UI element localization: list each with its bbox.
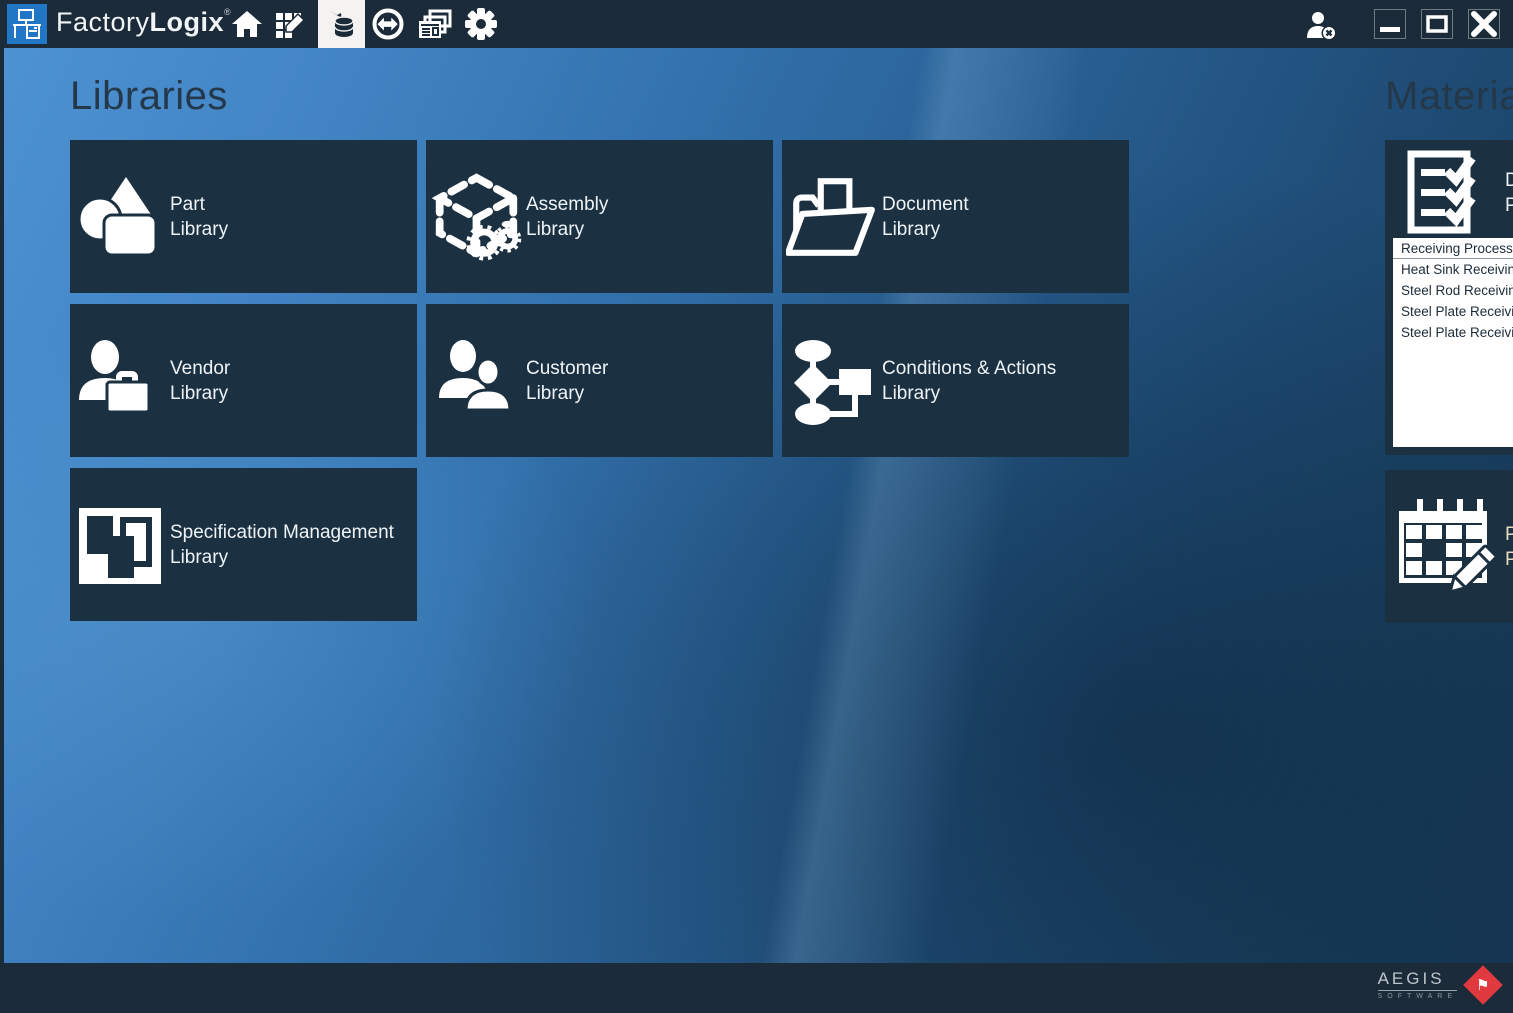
tile-label-line2: Library	[170, 381, 230, 406]
wallpaper: Libraries Part Library	[4, 48, 1513, 963]
tile-label-line1: Specification Management	[170, 520, 394, 545]
list-item[interactable]: Steel Rod Receiving Process	[1393, 280, 1513, 301]
npi-grid-pencil-icon[interactable]	[274, 8, 306, 40]
status-bar: AEGIS SOFTWARE ⚑	[0, 963, 1513, 1013]
library-database-icon[interactable]	[318, 0, 365, 48]
tile-label-line2: Library	[526, 217, 608, 242]
cube-gears-icon	[426, 171, 526, 263]
close-button[interactable]	[1468, 9, 1500, 39]
app-title: FactoryLogix®	[56, 7, 231, 38]
tile-label-line2: Library	[882, 381, 1056, 406]
open-folder-icon	[782, 171, 882, 263]
flowchart-icon	[782, 336, 882, 426]
tile-label-line1: Production	[1505, 522, 1513, 547]
specification-documents-icon	[70, 500, 170, 590]
libraries-title: Libraries	[70, 74, 228, 119]
checklist-icon	[1385, 149, 1505, 237]
tile-label-line2: Library	[882, 217, 969, 242]
settings-gear-icon[interactable]	[465, 8, 497, 40]
aegis-software-text: SOFTWARE	[1378, 993, 1457, 1000]
tile-label-line1: Assembly	[526, 192, 608, 217]
tile-assembly-library[interactable]: Assembly Library	[426, 140, 773, 293]
tile-conditions-actions-library[interactable]: Conditions & Actions Library	[782, 304, 1129, 457]
factorylogix-logo-icon	[7, 4, 47, 44]
tile-label-line2: Planning	[1505, 547, 1513, 572]
list-header: Receiving Process	[1393, 238, 1513, 259]
tile-label-line1: Document	[882, 192, 969, 217]
aegis-logo: AEGIS SOFTWARE ⚑	[1378, 969, 1503, 1000]
tile-label-line2: Library	[170, 545, 394, 570]
tile-label-line2: Library	[526, 381, 608, 406]
reports-windows-icon[interactable]	[416, 8, 454, 40]
tile-label-line1: Conditions & Actions	[882, 356, 1056, 381]
materials-title: Materials	[1385, 74, 1513, 119]
home-icon[interactable]	[231, 8, 263, 40]
shapes-icon	[70, 173, 170, 261]
libraries-grid: Part Library	[70, 140, 1129, 621]
tile-define-receiving-processes[interactable]: Define Receiving Processes Receiving Pro…	[1385, 140, 1513, 455]
person-briefcase-icon	[70, 336, 170, 426]
tile-label-line1: Define Receiving	[1505, 168, 1513, 193]
list-item[interactable]: Heat Sink Receiving Process	[1393, 259, 1513, 280]
tile-label-line2: Library	[170, 217, 228, 242]
two-people-icon	[426, 336, 526, 426]
receiving-process-list[interactable]: Receiving Process Heat Sink Receiving Pr…	[1393, 238, 1513, 447]
tile-part-library[interactable]: Part Library	[70, 140, 417, 293]
aegis-flag-icon: ⚑	[1463, 965, 1503, 1005]
tile-customer-library[interactable]: Customer Library	[426, 304, 773, 457]
calendar-pencil-icon	[1385, 497, 1505, 597]
list-item[interactable]: Steel Plate Receiving Process	[1393, 301, 1513, 322]
tile-label-line1: Vendor	[170, 356, 230, 381]
maximize-button[interactable]	[1421, 9, 1453, 39]
list-item[interactable]: Steel Plate Receiving Process	[1393, 322, 1513, 343]
minimize-button[interactable]	[1374, 9, 1406, 39]
tile-vendor-library[interactable]: Vendor Library	[70, 304, 417, 457]
tile-production-planning[interactable]: Production Planning	[1385, 470, 1513, 623]
title-bar: FactoryLogix®	[0, 0, 1513, 48]
tile-document-library[interactable]: Document Library	[782, 140, 1129, 293]
aegis-brand-text: AEGIS	[1378, 969, 1457, 991]
tile-label-line2: Processes	[1505, 193, 1513, 218]
tile-label-line1: Customer	[526, 356, 608, 381]
tile-label-line1: Part	[170, 192, 228, 217]
user-logout-icon[interactable]	[1305, 10, 1337, 42]
logistics-transfer-icon[interactable]	[372, 8, 404, 40]
tile-specification-management-library[interactable]: Specification Management Library	[70, 468, 417, 621]
